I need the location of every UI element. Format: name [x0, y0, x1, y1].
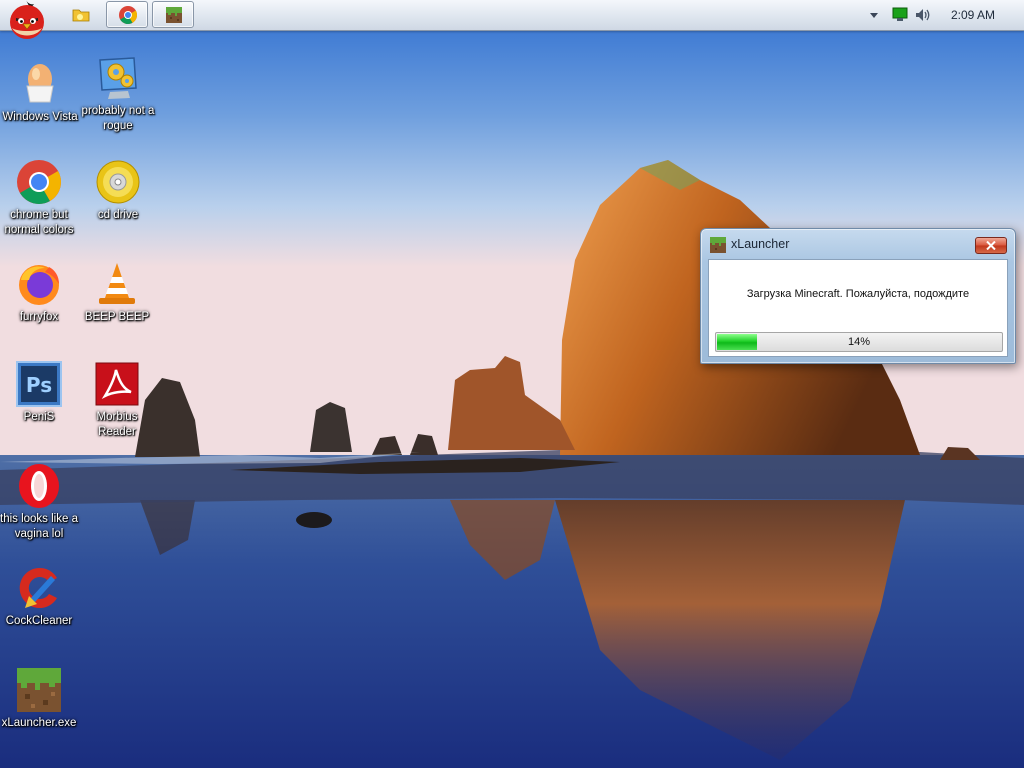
desktop-icon-label: furryfox: [19, 311, 59, 323]
chevron-down-icon: [870, 13, 878, 18]
svg-text:Ps: Ps: [26, 373, 52, 397]
cd-icon: [96, 160, 140, 204]
tray-volume[interactable]: [914, 6, 932, 24]
desktop-icon-probably-not-a-rogue[interactable]: probably not a rogue: [78, 54, 158, 134]
angry-bird-icon: [10, 0, 44, 39]
window-content: Загрузка Minecraft. Пожалуйста, подождит…: [708, 259, 1008, 357]
chrome-icon: [119, 6, 138, 25]
taskbar: 2:09 AM: [0, 0, 1024, 39]
tray-overflow-button[interactable]: [868, 8, 880, 20]
desktop-icon-photoshop[interactable]: Ps PeniS: [0, 360, 79, 425]
loading-message: Загрузка Minecraft. Пожалуйста, подождит…: [746, 288, 970, 300]
acrobat-icon: [95, 362, 139, 406]
desktop-icon-chrome[interactable]: chrome but normal colors: [0, 158, 79, 238]
window-titlebar[interactable]: xLauncher: [701, 229, 1015, 259]
vlc-cone-icon: [99, 263, 135, 304]
desktop-icon-label: this looks like a vagina lol: [0, 513, 78, 540]
minecraft-grass-block-icon: [166, 7, 182, 23]
firefox-icon: [19, 265, 59, 305]
tray-network[interactable]: [892, 7, 908, 22]
window-close-button[interactable]: [975, 237, 1007, 254]
network-icon: [892, 7, 908, 21]
desktop-icon-label: xLauncher.exe: [1, 717, 77, 729]
progress-percent-label: 14%: [847, 336, 871, 348]
chrome-icon: [17, 160, 61, 204]
minecraft-grass-block-icon: [710, 237, 726, 253]
desktop-icon-morbius-reader[interactable]: Morbius Reader: [77, 360, 157, 440]
desktop-icon-beep-beep[interactable]: BEEP BEEP: [77, 260, 157, 325]
quicklaunch-folder[interactable]: [70, 4, 92, 26]
photoshop-icon: Ps: [16, 361, 62, 407]
desktop-icon-label: PeniS: [23, 411, 55, 423]
egg-icon: [26, 64, 54, 103]
desktop-icon-label: Windows Vista: [2, 111, 78, 123]
desktop-icon-label: BEEP BEEP: [84, 311, 150, 323]
ccleaner-icon: [19, 568, 57, 608]
desktop-icon-label: cd drive: [97, 209, 139, 221]
desktop-icon-label: Morbius Reader: [96, 411, 138, 438]
minecraft-grass-block-icon: [17, 668, 61, 712]
desktop-icon-furryfox[interactable]: furryfox: [0, 260, 79, 325]
monitor-gears-icon: [99, 57, 137, 99]
desktop-icon-cockcleaner[interactable]: CockCleaner: [0, 564, 79, 629]
taskbar-button-xlauncher[interactable]: [152, 1, 194, 28]
desktop-icon-label: CockCleaner: [5, 615, 73, 627]
speaker-icon: [916, 9, 930, 21]
tray-clock[interactable]: 2:09 AM: [940, 0, 1006, 30]
xlauncher-window: xLauncher Загрузка Minecraft. Пожалуйста…: [700, 228, 1016, 364]
progress-bar: 14%: [715, 332, 1003, 352]
desktop-icon-xlauncher[interactable]: xLauncher.exe: [0, 666, 79, 731]
start-button[interactable]: [4, 0, 50, 40]
desktop-icon-cd-drive[interactable]: cd drive: [78, 158, 158, 223]
folder-icon: [72, 9, 90, 22]
opera-icon: [19, 464, 59, 508]
desktop-icon-label: chrome but normal colors: [4, 209, 74, 236]
desktop-icon-windows-vista[interactable]: Windows Vista: [0, 60, 80, 125]
close-icon: [986, 241, 996, 250]
taskbar-button-chrome[interactable]: [106, 1, 148, 28]
desktop-icon-label: probably not a rogue: [81, 105, 155, 132]
desktop-icon-opera[interactable]: this looks like a vagina lol: [0, 462, 79, 542]
window-title: xLauncher: [731, 237, 790, 251]
